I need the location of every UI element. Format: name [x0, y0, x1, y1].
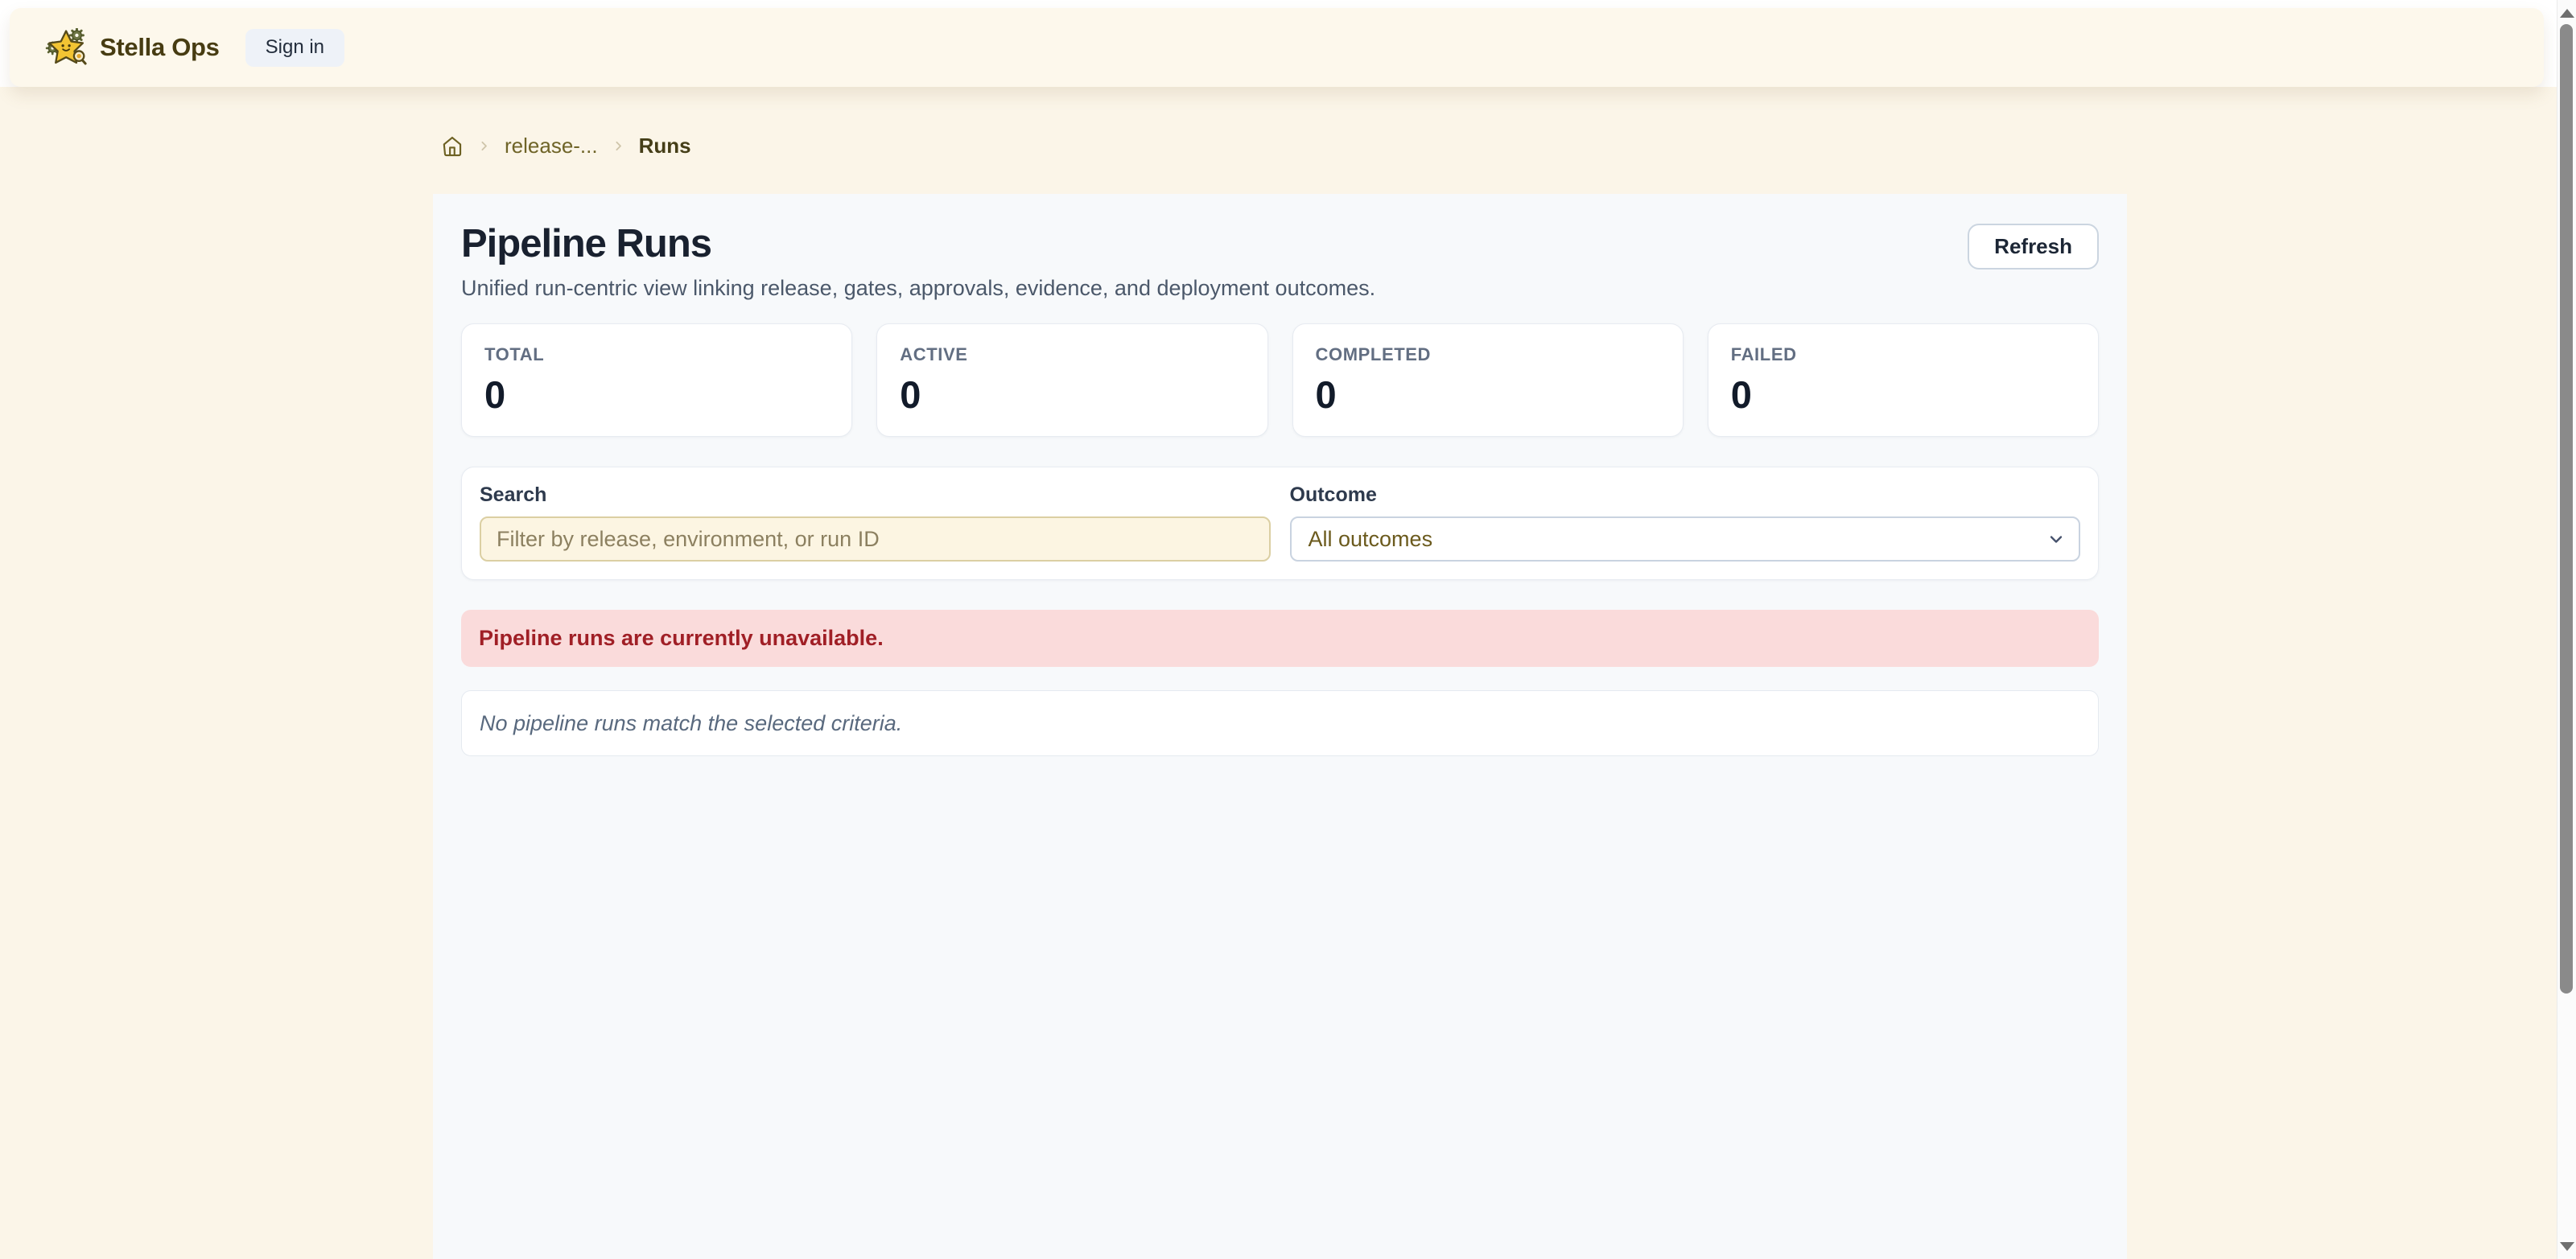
- stat-value: 0: [484, 372, 829, 417]
- error-banner: Pipeline runs are currently unavailable.: [461, 610, 2099, 667]
- stat-value: 0: [900, 372, 1244, 417]
- chevron-down-icon: [2046, 529, 2066, 549]
- brand-name: Stella Ops: [100, 33, 220, 62]
- outcome-selected-value: All outcomes: [1309, 527, 1433, 552]
- stat-card-active: ACTIVE 0: [876, 323, 1267, 437]
- stat-value: 0: [1731, 372, 2075, 417]
- scroll-down-arrow-icon[interactable]: [2557, 1236, 2576, 1256]
- home-icon[interactable]: [442, 135, 464, 157]
- scroll-up-arrow-icon[interactable]: [2557, 3, 2576, 23]
- page-title: Pipeline Runs: [461, 224, 1375, 265]
- breadcrumb: release-... Runs: [442, 134, 691, 158]
- outcome-label: Outcome: [1290, 483, 2081, 507]
- stella-ops-logo-icon: [45, 28, 89, 67]
- outcome-select[interactable]: All outcomes: [1290, 516, 2081, 562]
- stat-card-failed: FAILED 0: [1708, 323, 2099, 437]
- top-bar: Stella Ops Sign in: [10, 8, 2544, 87]
- chevron-right-icon: [477, 139, 491, 153]
- search-filter: Search: [480, 483, 1271, 562]
- brand: Stella Ops: [45, 28, 220, 67]
- search-label: Search: [480, 483, 1271, 507]
- stat-label: ACTIVE: [900, 344, 1244, 365]
- page-background: release-... Runs Pipeline Runs Unified r…: [0, 87, 2557, 1259]
- refresh-button[interactable]: Refresh: [1968, 224, 2099, 269]
- stat-value: 0: [1316, 372, 1660, 417]
- stat-label: FAILED: [1731, 344, 2075, 365]
- panel-header: Pipeline Runs Unified run-centric view l…: [461, 224, 2099, 301]
- stat-label: COMPLETED: [1316, 344, 1660, 365]
- outcome-filter: Outcome All outcomes: [1290, 483, 2081, 562]
- filters-card: Search Outcome All outcomes: [461, 467, 2099, 580]
- vertical-scrollbar[interactable]: [2557, 0, 2576, 1259]
- pipeline-runs-panel: Pipeline Runs Unified run-centric view l…: [433, 194, 2127, 1259]
- chevron-right-icon: [612, 139, 625, 153]
- stat-card-total: TOTAL 0: [461, 323, 852, 437]
- stat-card-completed: COMPLETED 0: [1292, 323, 1684, 437]
- sign-in-button[interactable]: Sign in: [245, 29, 344, 67]
- breadcrumb-runs: Runs: [639, 134, 691, 158]
- stats-row: TOTAL 0 ACTIVE 0 COMPLETED 0 FAILED 0: [461, 323, 2099, 437]
- breadcrumb-release[interactable]: release-...: [505, 134, 598, 158]
- page-subtitle: Unified run-centric view linking release…: [461, 276, 1375, 301]
- search-input[interactable]: [480, 516, 1271, 562]
- scrollbar-thumb[interactable]: [2560, 24, 2573, 994]
- empty-state-message: No pipeline runs match the selected crit…: [461, 690, 2099, 756]
- panel-header-text: Pipeline Runs Unified run-centric view l…: [461, 224, 1375, 301]
- stat-label: TOTAL: [484, 344, 829, 365]
